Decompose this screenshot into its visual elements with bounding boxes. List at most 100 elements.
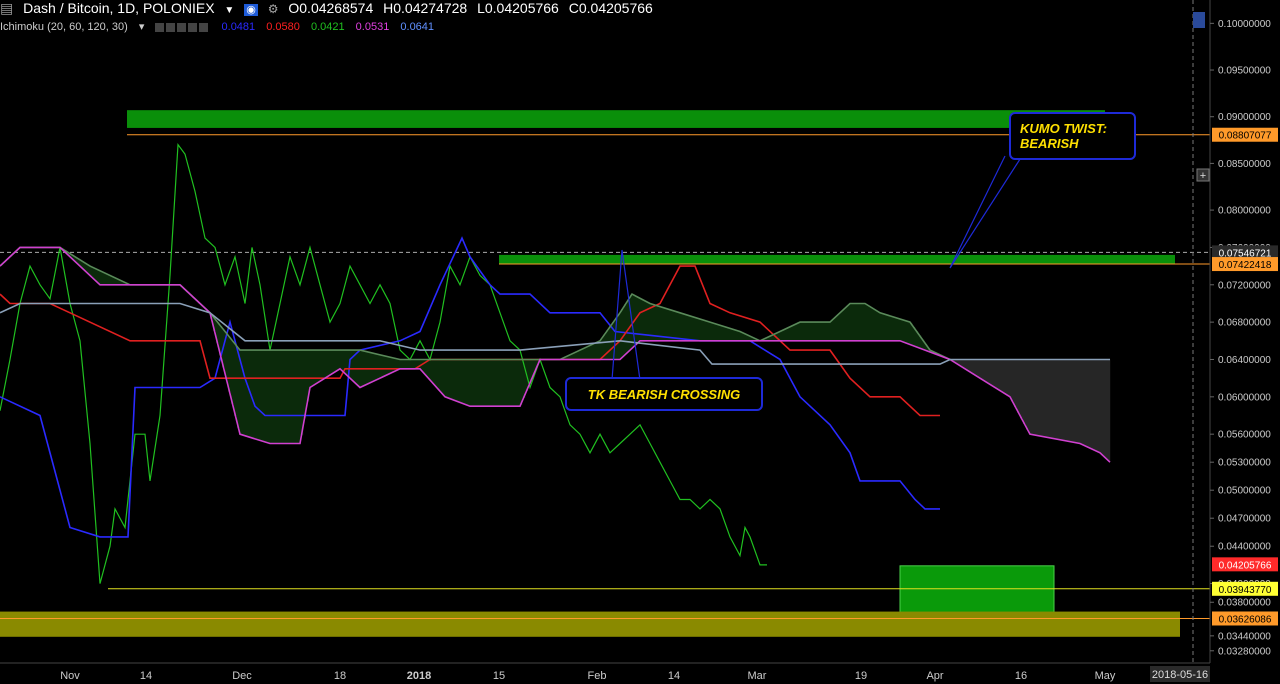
cloud-fill: [897, 318, 901, 341]
x-tick-label: 14: [140, 670, 152, 682]
cloud-fill: [264, 350, 268, 443]
cloud-fill: [327, 350, 331, 376]
cloud-fill: [375, 353, 379, 380]
ichimoku-value: 0.0421: [310, 21, 345, 33]
x-tick-label: Dec: [232, 670, 252, 682]
cloud-fill: [447, 359, 451, 399]
source-icon[interactable]: [177, 22, 187, 32]
ohlc-low: L0.04205766: [477, 0, 559, 16]
cloud-fill: [984, 359, 988, 382]
cloud-fill: [798, 322, 802, 341]
gear-icon[interactable]: ⚙: [268, 2, 279, 16]
cloud-fill: [474, 359, 478, 407]
cloud-fill: [966, 359, 970, 371]
cloud-fill: [822, 322, 826, 341]
symbol-title[interactable]: Dash / Bitcoin, 1D, POLONIEX: [23, 0, 214, 16]
cloud-fill: [819, 322, 823, 341]
cloud-fill: [1059, 359, 1063, 440]
chevron-down-icon[interactable]: ▾: [139, 21, 145, 33]
x-tick-label: 14: [668, 670, 680, 682]
ohlc-close: C0.04205766: [568, 0, 653, 16]
cloud-fill: [975, 359, 979, 376]
cloud-fill: [855, 303, 859, 341]
cloud-fill: [591, 344, 595, 360]
cloud-fill: [894, 317, 898, 341]
y-tick-label: 0.06000000: [1218, 392, 1271, 403]
cloud-fill: [987, 359, 991, 384]
price-label: 0.04205766: [1219, 560, 1272, 571]
cloud-fill: [369, 352, 373, 383]
cloud-fill: [876, 311, 880, 341]
cloud-fill: [903, 320, 907, 343]
cloud-fill: [708, 321, 712, 341]
y-tick-label: 0.09000000: [1218, 112, 1271, 123]
menu-icon[interactable]: ▤: [0, 0, 13, 16]
cloud-fill: [462, 359, 466, 404]
cloud-fill: [831, 319, 835, 341]
cloud-fill: [1089, 359, 1093, 449]
cloud-fill: [585, 347, 589, 360]
cloud-fill: [378, 354, 382, 379]
cloud-fill: [279, 350, 283, 444]
close-icon[interactable]: [199, 22, 209, 32]
more-icon[interactable]: [188, 22, 198, 32]
date-badge: 2018-05-16: [1152, 669, 1208, 681]
cloud-fill: [1023, 359, 1027, 424]
cloud-fill: [891, 316, 895, 341]
cloud-fill: [381, 355, 385, 377]
cloud-fill: [864, 303, 868, 341]
cloud-fill: [705, 321, 709, 341]
cloud-fill: [594, 342, 598, 360]
cloud-fill: [597, 341, 601, 360]
indicator-name[interactable]: Ichimoku (20, 60, 120, 30): [0, 21, 128, 33]
cloud-fill: [609, 326, 613, 360]
cloud-fill: [999, 359, 1003, 391]
cloud-fill: [99, 271, 103, 285]
y-tick-label: 0.03440000: [1218, 631, 1271, 642]
scroll-lock-icon: [1193, 12, 1205, 28]
chart-canvas[interactable]: TK BEARISH CROSSING KUMO TWIST:BEARISH 0.1…: [0, 0, 1280, 684]
cloud-fill: [666, 308, 670, 341]
cloud-fill: [1053, 359, 1057, 439]
annotation-label: TK BEARISH CROSSING: [588, 387, 740, 402]
cloud-fill: [972, 359, 976, 375]
cloud-fill: [1026, 359, 1030, 430]
cloud-fill: [723, 326, 727, 341]
cloud-fill: [333, 350, 337, 373]
cloud-fill: [885, 314, 889, 341]
y-tick-label: 0.06800000: [1218, 318, 1271, 329]
settings-icon[interactable]: [166, 22, 176, 32]
cloud-fill: [792, 325, 796, 341]
crosshair-plus-label: +: [1200, 170, 1206, 182]
y-tick-label: 0.08500000: [1218, 159, 1271, 170]
chart[interactable]: TK BEARISH CROSSING KUMO TWIST: BEARISH 0.1…: [0, 0, 1280, 684]
cloud-fill: [366, 351, 370, 384]
cloud-fill: [1071, 359, 1075, 443]
cloud-fill: [702, 320, 706, 341]
cloud-fill: [261, 350, 265, 442]
cloud-fill: [324, 350, 328, 378]
cloud-fill: [840, 311, 844, 341]
cloud-fill: [477, 359, 481, 407]
chevron-down-icon[interactable]: ▼: [224, 5, 234, 16]
eye-toggle-icon[interactable]: [155, 22, 165, 32]
y-tick-label: 0.06400000: [1218, 355, 1271, 366]
cloud-fill: [978, 359, 982, 378]
cloud-fill: [1101, 359, 1105, 456]
cloud-fill: [852, 303, 856, 341]
eye-icon[interactable]: ◉: [244, 4, 258, 16]
indicator-toolbar[interactable]: [155, 21, 213, 33]
cloud-fill: [489, 359, 493, 407]
cloud-fill: [345, 350, 349, 375]
x-tick-label: 19: [855, 670, 867, 682]
supply-zone: [499, 254, 1175, 265]
supply-zone: [127, 110, 1105, 128]
cloud-fill: [1095, 359, 1099, 452]
cloud-fill: [405, 359, 409, 369]
cloud-fill: [582, 348, 586, 360]
cloud-fill: [483, 359, 487, 407]
cloud-fill: [102, 272, 106, 285]
cloud-fill: [696, 318, 700, 341]
cloud-fill: [807, 322, 811, 341]
cloud-fill: [858, 303, 862, 341]
